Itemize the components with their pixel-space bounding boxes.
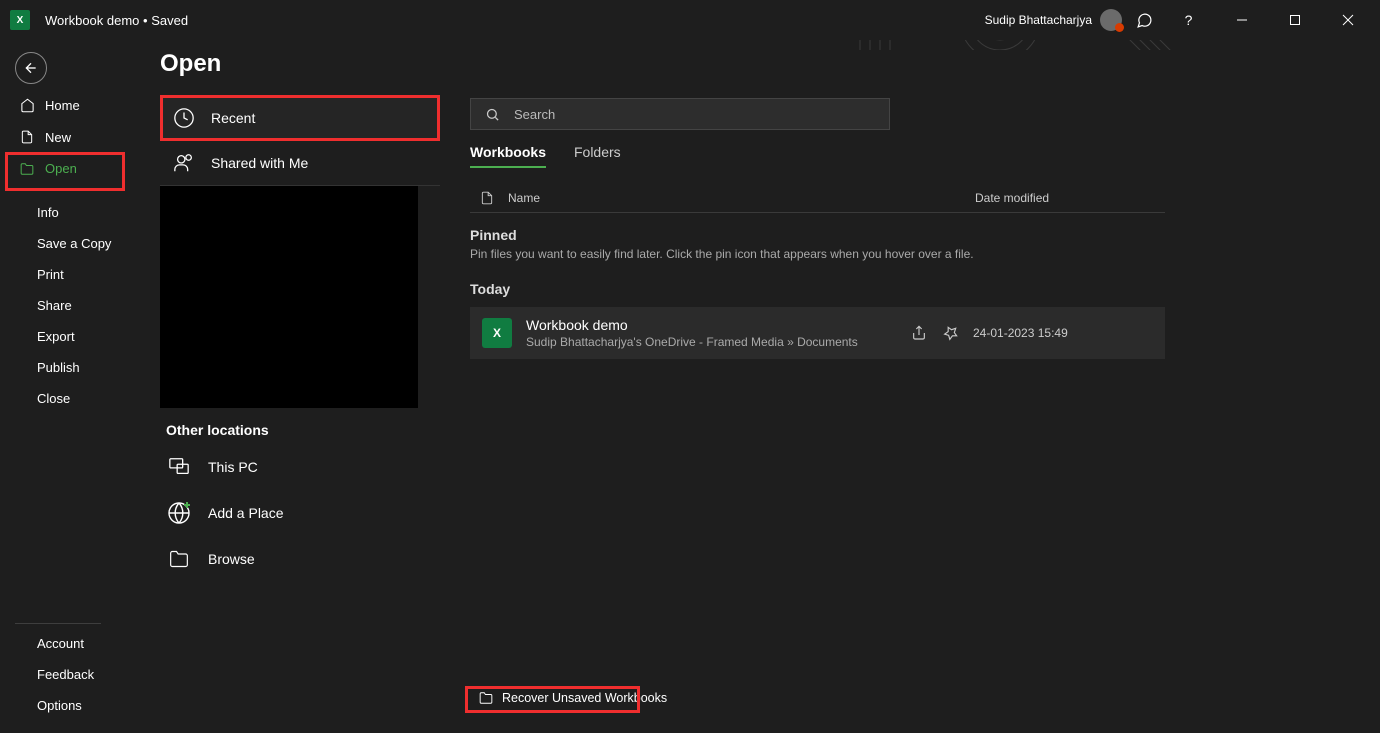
people-icon [172,151,196,175]
back-button[interactable] [15,52,47,84]
file-row[interactable]: X Workbook demo Sudip Bhattacharjya's On… [470,307,1165,359]
location-recent[interactable]: Recent [160,96,440,141]
maximize-button[interactable] [1272,5,1317,35]
globe-plus-icon [166,500,192,526]
sidebar-save-copy[interactable]: Save a Copy [15,228,125,259]
location-this-pc[interactable]: This PC [160,444,440,490]
excel-file-icon: X [482,318,512,348]
sidebar-new-label: New [45,130,71,145]
comment-icon[interactable] [1130,6,1158,34]
file-title: Workbook demo [526,317,897,333]
today-group-label: Today [470,281,1165,297]
file-path: Sudip Bhattacharjya's OneDrive - Framed … [526,335,897,349]
sidebar-options[interactable]: Options [15,690,125,721]
location-add-place-label: Add a Place [208,505,284,521]
search-icon [485,107,500,122]
location-shared-label: Shared with Me [211,155,308,171]
sidebar-share[interactable]: Share [15,290,125,321]
sidebar-feedback[interactable]: Feedback [15,659,125,690]
folder-browse-icon [166,546,192,572]
sidebar-new[interactable]: New [15,121,125,153]
sidebar-open[interactable]: Open [15,153,125,184]
other-locations-heading: Other locations [166,422,440,438]
excel-app-icon: X [10,10,30,30]
sidebar-close[interactable]: Close [15,383,125,414]
location-this-pc-label: This PC [208,459,258,475]
pinned-group-hint: Pin files you want to easily find later.… [470,247,1165,261]
date-column-label[interactable]: Date modified [975,191,1155,205]
sidebar-print[interactable]: Print [15,259,125,290]
location-recent-label: Recent [211,110,255,126]
tab-folders[interactable]: Folders [574,144,621,168]
new-file-icon [19,129,35,145]
page-title: Open [160,50,440,78]
recover-unsaved-label: Recover Unsaved Workbooks [502,691,667,705]
location-shared[interactable]: Shared with Me [160,141,440,186]
folder-open-icon [19,162,35,176]
close-button[interactable] [1325,5,1370,35]
sidebar-export[interactable]: Export [15,321,125,352]
file-date: 24-01-2023 15:49 [973,326,1153,340]
file-table-header: Name Date modified [470,184,1165,213]
sidebar-account[interactable]: Account [15,628,125,659]
account-placeholder [160,186,418,408]
location-add-place[interactable]: Add a Place [160,490,440,536]
avatar[interactable] [1100,9,1122,31]
file-icon-header [480,190,494,206]
folder-icon [478,691,494,705]
share-icon[interactable] [911,325,927,341]
username-label: Sudip Bhattacharjya [985,13,1092,27]
minimize-button[interactable] [1219,5,1264,35]
window-title: Workbook demo • Saved [45,13,188,28]
title-bar: X Workbook demo • Saved Sudip Bhattachar… [0,0,1380,40]
pin-icon[interactable] [943,325,959,341]
recover-unsaved-button[interactable]: Recover Unsaved Workbooks [470,687,675,709]
search-placeholder: Search [514,107,555,122]
location-panel: Open Recent Shared with Me Other locatio… [160,50,440,733]
clock-icon [172,106,196,130]
file-list-panel: Search Workbooks Folders Name Date modif… [470,98,1165,733]
tab-workbooks[interactable]: Workbooks [470,144,546,168]
search-input[interactable]: Search [470,98,890,130]
backstage-sidebar: Home New Open Info Save a Copy Print Sha… [0,90,125,733]
this-pc-icon [166,454,192,480]
location-browse-label: Browse [208,551,255,567]
sidebar-home[interactable]: Home [15,90,125,121]
sidebar-open-label: Open [45,161,77,176]
help-icon[interactable]: ? [1166,5,1211,35]
file-type-tabs: Workbooks Folders [470,144,1165,168]
location-browse[interactable]: Browse [160,536,440,582]
sidebar-publish[interactable]: Publish [15,352,125,383]
sidebar-divider-bottom [15,623,101,624]
sidebar-home-label: Home [45,98,80,113]
sidebar-divider [19,190,105,191]
home-icon [19,98,35,113]
sidebar-info[interactable]: Info [15,197,125,228]
name-column-label[interactable]: Name [508,191,540,205]
pinned-group-label: Pinned [470,227,1165,243]
